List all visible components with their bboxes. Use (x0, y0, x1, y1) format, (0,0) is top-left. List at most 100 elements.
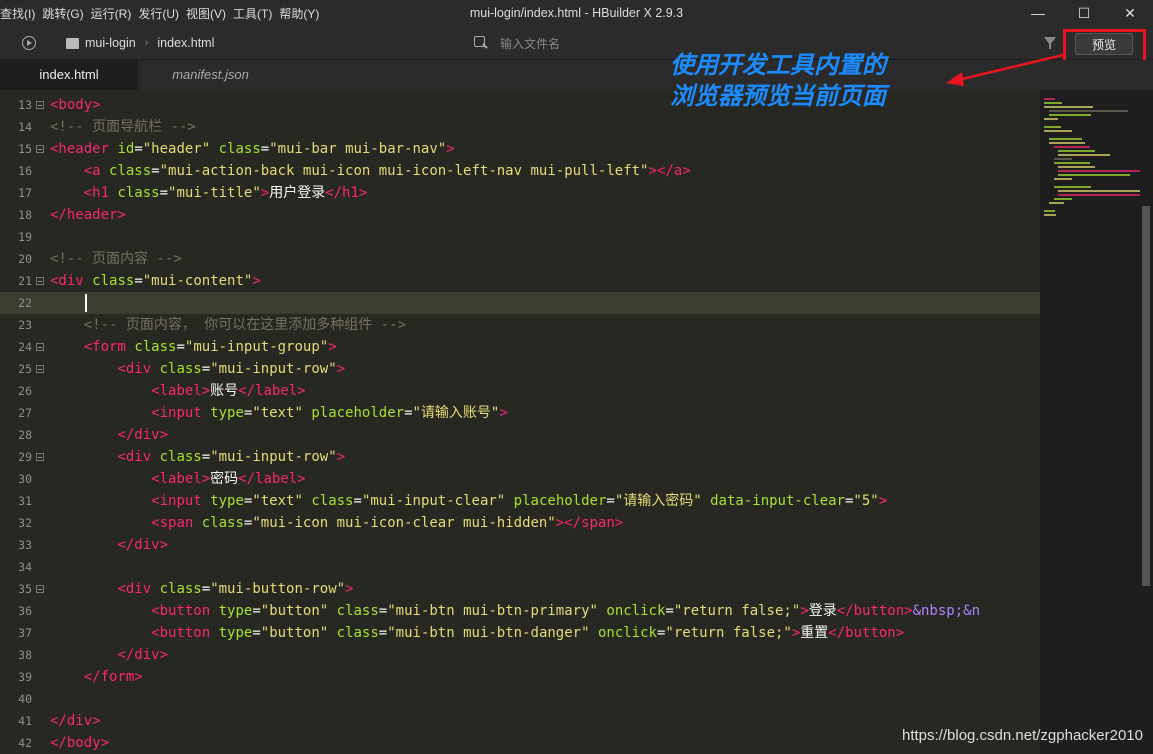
code-line[interactable]: 15 <header id="header" class="mui-bar mui… (0, 138, 1040, 160)
menu-bar: 查找(I) 跳转(G) 运行(R) 发行(U) 视图(V) 工具(T) 帮助(Y) (0, 0, 326, 26)
line-number: 18 (18, 208, 32, 222)
code-text: <div class="mui-button-row"> (117, 581, 354, 597)
minimap-line (1044, 118, 1058, 120)
minimap-line (1044, 210, 1055, 212)
line-number: 33 (18, 538, 32, 552)
code-line[interactable]: 27 <input type="text" placeholder="请输入账号… (0, 402, 1040, 424)
menu-item-0[interactable]: 查找(I) (0, 5, 42, 22)
code-line[interactable]: 34 (0, 556, 1040, 578)
code-line[interactable]: 14 <!-- 页面导航栏 --> (0, 116, 1040, 138)
code-text: <button type="button" class="mui-btn mui… (151, 625, 905, 641)
code-text: <label>密码</label> (151, 471, 306, 487)
code-line[interactable]: 28 </div> (0, 424, 1040, 446)
code-line[interactable]: 26 <label>账号</label> (0, 380, 1040, 402)
code-text: <label>账号</label> (151, 383, 306, 399)
code-line[interactable]: 31 <input type="text" class="mui-input-c… (0, 490, 1040, 512)
code-line[interactable]: 20 <!-- 页面内容 --> (0, 248, 1040, 270)
code-line[interactable]: 24 <form class="mui-input-group"> (0, 336, 1040, 358)
minimap-line (1044, 126, 1062, 128)
minimap-line (1044, 106, 1093, 108)
code-line[interactable]: 18 </header> (0, 204, 1040, 226)
project-icon (66, 37, 79, 49)
menu-item-5[interactable]: 工具(T) (233, 5, 279, 22)
code-line[interactable]: 33 </div> (0, 534, 1040, 556)
maximize-button[interactable]: ☐ (1061, 0, 1107, 26)
code-line[interactable]: 42 </body> (0, 732, 1040, 754)
minimap-line (1053, 146, 1091, 148)
code-line[interactable]: 30 <label>密码</label> (0, 468, 1040, 490)
code-text: <input type="text" placeholder="请输入账号"> (151, 405, 508, 421)
fold-toggle-icon[interactable] (36, 343, 44, 351)
fold-toggle-icon[interactable] (36, 145, 44, 153)
code-line[interactable]: 35 <div class="mui-button-row"> (0, 578, 1040, 600)
code-text: <h1 class="mui-title">用户登录</h1> (83, 185, 368, 201)
breadcrumb-file[interactable]: index.html (157, 36, 214, 50)
code-line[interactable]: 16 <a class="mui-action-back mui-icon mu… (0, 160, 1040, 182)
code-text: <!-- 页面内容 --> (50, 251, 182, 267)
line-number: 17 (18, 186, 32, 200)
breadcrumb-project[interactable]: mui-login (85, 36, 136, 50)
fold-toggle-icon[interactable] (36, 101, 44, 109)
menu-item-6[interactable]: 帮助(Y) (279, 5, 326, 22)
tab-index-html[interactable]: index.html (0, 60, 138, 90)
minimap-line (1048, 202, 1065, 204)
menu-item-4[interactable]: 视图(V) (186, 5, 233, 22)
line-number: 40 (18, 692, 32, 706)
code-line[interactable]: 38 </div> (0, 644, 1040, 666)
line-number: 16 (18, 164, 32, 178)
code-text: <div class="mui-content"> (50, 273, 261, 289)
line-number: 38 (18, 648, 32, 662)
code-line[interactable]: 32 <span class="mui-icon mui-icon-clear … (0, 512, 1040, 534)
line-number: 15 (18, 142, 32, 156)
code-line[interactable]: 22 (0, 292, 1040, 314)
watermark: https://blog.csdn.net/zgphacker2010 (902, 727, 1143, 744)
minimap[interactable] (1040, 90, 1151, 754)
code-text: </header> (50, 207, 126, 223)
fold-toggle-icon[interactable] (36, 365, 44, 373)
code-text: <form class="mui-input-group"> (83, 339, 337, 355)
annotation-line-2: 浏览器预览当前页面 (670, 82, 886, 110)
tab-manifest-json[interactable]: manifest.json (140, 60, 280, 90)
line-number: 42 (18, 736, 32, 750)
scrollbar-thumb[interactable] (1142, 206, 1150, 586)
fold-toggle-icon[interactable] (36, 277, 44, 285)
code-line[interactable]: 36 <button type="button" class="mui-btn … (0, 600, 1040, 622)
menu-item-2[interactable]: 运行(R) (91, 5, 139, 22)
code-text: <body> (50, 97, 101, 113)
minimap-line (1048, 110, 1128, 112)
code-line[interactable]: 40 (0, 688, 1040, 710)
minimap-line (1053, 162, 1091, 164)
code-line[interactable]: 19 (0, 226, 1040, 248)
run-icon[interactable] (22, 36, 36, 50)
code-line[interactable]: 25 <div class="mui-input-row"> (0, 358, 1040, 380)
code-line[interactable]: 21 <div class="mui-content"> (0, 270, 1040, 292)
minimap-line (1053, 158, 1072, 160)
vertical-scrollbar[interactable] (1140, 90, 1153, 754)
code-line[interactable]: 17 <h1 class="mui-title">用户登录</h1> (0, 182, 1040, 204)
code-text: <!-- 页面导航栏 --> (50, 119, 196, 135)
line-number: 28 (18, 428, 32, 442)
menu-item-3[interactable]: 发行(U) (138, 5, 186, 22)
line-number: 25 (18, 362, 32, 376)
minimize-button[interactable]: — (1015, 0, 1061, 26)
line-number: 39 (18, 670, 32, 684)
line-number: 32 (18, 516, 32, 530)
fold-toggle-icon[interactable] (36, 453, 44, 461)
code-line[interactable]: 39 </form> (0, 666, 1040, 688)
menu-item-1[interactable]: 跳转(G) (42, 5, 90, 22)
chevron-right-icon: › (144, 37, 149, 49)
minimap-line (1044, 98, 1055, 100)
minimap-line (1048, 114, 1092, 116)
preview-button[interactable]: 预览 (1075, 33, 1133, 55)
filter-icon[interactable] (1044, 37, 1056, 49)
code-line[interactable]: 41 </div> (0, 710, 1040, 732)
close-button[interactable]: ✕ (1107, 0, 1153, 26)
code-text: <input type="text" class="mui-input-clea… (151, 493, 888, 509)
code-line[interactable]: 23 <!-- 页面内容， 你可以在这里添加多种组件 --> (0, 314, 1040, 336)
code-line[interactable]: 29 <div class="mui-input-row"> (0, 446, 1040, 468)
fold-toggle-icon[interactable] (36, 585, 44, 593)
code-text: </form> (83, 669, 143, 685)
minimap-line (1058, 190, 1151, 192)
code-line[interactable]: 37 <button type="button" class="mui-btn … (0, 622, 1040, 644)
code-editor[interactable]: 13 <body> 14 <!-- 页面导航栏 --> 15 <header id="he… (0, 90, 1040, 754)
